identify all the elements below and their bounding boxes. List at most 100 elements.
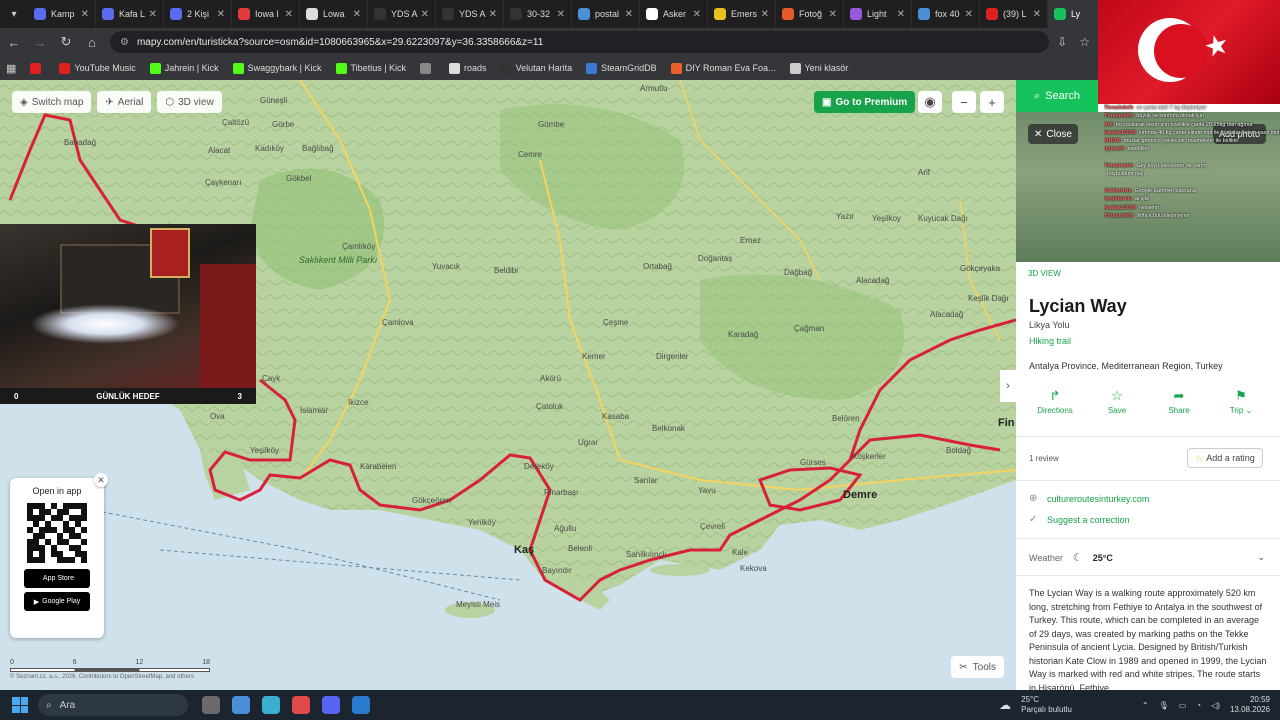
tab-close-icon[interactable]: ✕ xyxy=(690,9,701,20)
chat-text: sırtında 40 kg çanta elinde mpt ile yürü… xyxy=(1138,129,1280,136)
taskbar-search[interactable]: ⌕ Ara xyxy=(38,694,188,716)
tab-close-icon[interactable]: ✕ xyxy=(282,9,293,20)
taskbar-weather[interactable]: 25°C Parçalı bulutlu xyxy=(1021,695,1072,715)
speaker-icon[interactable]: ◁) xyxy=(1211,701,1220,710)
browser-tab[interactable]: Kafa L ✕ xyxy=(96,0,164,28)
browser-tab[interactable]: Asker ✕ xyxy=(640,0,708,28)
switch-map-button[interactable]: ◈ Switch map xyxy=(12,91,92,113)
google-play-button[interactable]: ▶ Google Play xyxy=(24,592,90,611)
tab-close-icon[interactable]: ✕ xyxy=(486,9,497,20)
tab-close-icon[interactable]: ✕ xyxy=(350,9,361,20)
browser-tab[interactable]: fox 40 ✕ xyxy=(912,0,980,28)
browser-tab[interactable]: postal ✕ xyxy=(572,0,640,28)
taskbar-app-icon[interactable] xyxy=(202,696,220,714)
browser-tab[interactable]: Light ✕ xyxy=(844,0,912,28)
trip-button[interactable]: ⚑ Trip ⌄ xyxy=(1213,388,1269,415)
review-count[interactable]: 1 review xyxy=(1029,454,1059,463)
map-label: Boldağ xyxy=(946,446,971,455)
chat-username: kaafaa15000 xyxy=(1104,129,1136,136)
open-in-app-close-button[interactable]: ✕ xyxy=(94,473,108,487)
zoom-out-button[interactable]: − xyxy=(952,91,976,113)
install-icon[interactable]: ⇩ xyxy=(1057,35,1067,49)
app-store-button[interactable]: App Store xyxy=(24,569,90,588)
bookmark-item[interactable] xyxy=(420,62,435,74)
tools-button[interactable]: ✂ Tools xyxy=(951,656,1004,678)
monitor-icon[interactable]: ▭ xyxy=(1179,701,1187,710)
forward-icon[interactable]: → xyxy=(28,30,52,54)
browser-tab[interactable]: YDS A ✕ xyxy=(436,0,504,28)
home-icon[interactable]: ⌂ xyxy=(80,30,104,54)
bookmark-item[interactable]: YouTube Music xyxy=(59,62,136,74)
go-to-premium-button[interactable]: ▣ Go to Premium xyxy=(814,91,916,113)
daily-goal-bar: 0 GÜNLÜK HEDEF 3 xyxy=(0,388,256,404)
locate-button[interactable]: ◉ xyxy=(918,91,942,113)
taskbar-app-icon[interactable] xyxy=(262,696,280,714)
taskbar-clock[interactable]: 20:59 13.08.2026 xyxy=(1230,695,1270,715)
tab-close-icon[interactable]: ✕ xyxy=(962,9,973,20)
weather-row[interactable]: Weather ☾ 25°C ⌄ xyxy=(1029,551,1265,564)
share-button[interactable]: ➦ Share xyxy=(1151,388,1207,415)
tab-search-icon[interactable]: ▾ xyxy=(0,0,28,28)
apps-grid-icon[interactable]: ▦ xyxy=(6,62,16,75)
suggest-correction-link[interactable]: ✓ Suggest a correction xyxy=(1029,514,1130,525)
panel-expand-button[interactable]: › xyxy=(1000,370,1016,402)
bookmark-item[interactable]: Yeni klasör xyxy=(789,62,848,74)
tab-close-icon[interactable]: ✕ xyxy=(554,9,565,20)
site-info-icon[interactable]: ⚙ xyxy=(120,37,129,48)
bookmark-item[interactable]: SteamGridDB xyxy=(586,62,657,74)
tab-close-icon[interactable]: ✕ xyxy=(146,9,157,20)
taskbar-app-icon[interactable] xyxy=(352,696,370,714)
wifi-icon[interactable]: ◔ xyxy=(1196,701,1201,710)
map-label: Yuvacık xyxy=(432,262,461,271)
search-button[interactable]: ⌕ Search xyxy=(1016,80,1098,112)
browser-tab[interactable]: Lowa ✕ xyxy=(300,0,368,28)
reload-icon[interactable]: ↻ xyxy=(54,30,78,54)
aerial-button[interactable]: ✈ Aerial xyxy=(97,91,152,113)
taskbar-app-icon[interactable] xyxy=(292,696,310,714)
save-button[interactable]: ☆ Save xyxy=(1089,388,1145,415)
taskbar-app-icon[interactable] xyxy=(232,696,250,714)
tab-close-icon[interactable]: ✕ xyxy=(214,9,225,20)
address-bar[interactable]: ⚙ mapy.com/en/turisticka?source=osm&id=1… xyxy=(110,31,1050,53)
tab-close-icon[interactable]: ✕ xyxy=(78,9,89,20)
map-label: Gömbe xyxy=(538,120,565,129)
browser-tab[interactable]: Iowa l ✕ xyxy=(232,0,300,28)
map-attribution[interactable]: © Seznam.cz, a.s., 2026, Contributors to… xyxy=(10,674,194,680)
3d-view-button[interactable]: ⬡ 3D view xyxy=(157,91,222,113)
bookmark-item[interactable]: roads xyxy=(449,62,487,74)
browser-tab[interactable]: (39) L ✕ xyxy=(980,0,1048,28)
add-rating-button[interactable]: ☆ Add a rating xyxy=(1187,448,1263,468)
bookmark-item[interactable] xyxy=(30,62,45,74)
website-link[interactable]: ⊕ cultureroutesinturkey.com xyxy=(1029,493,1149,504)
tab-close-icon[interactable]: ✕ xyxy=(758,9,769,20)
tab-close-icon[interactable]: ✕ xyxy=(1030,9,1041,20)
bookmark-item[interactable]: DIY Roman Eva Foa... xyxy=(670,62,776,74)
browser-tab[interactable]: 30-32 ✕ xyxy=(504,0,572,28)
browser-tab[interactable]: YDS A ✕ xyxy=(368,0,436,28)
map-label: Sahilkılınçlı xyxy=(626,550,667,559)
tab-close-icon[interactable]: ✕ xyxy=(894,9,905,20)
bookmark-item[interactable]: Velutan Harita xyxy=(500,62,572,74)
taskbar-app-icon[interactable] xyxy=(322,696,340,714)
3d-view-link[interactable]: 3D VIEW xyxy=(1028,269,1061,278)
tray-chevron-icon[interactable]: ⌃ xyxy=(1142,701,1149,710)
mic-icon[interactable]: 🎙 xyxy=(1159,701,1169,710)
start-icon[interactable] xyxy=(12,697,28,713)
browser-tab[interactable]: 2 Kişi ✕ xyxy=(164,0,232,28)
back-icon[interactable]: ← xyxy=(2,30,26,54)
directions-button[interactable]: ↱ Directions xyxy=(1027,388,1083,415)
bookmark-item[interactable]: Tibetius | Kick xyxy=(335,62,406,74)
browser-tab[interactable]: Emers ✕ xyxy=(708,0,776,28)
tab-title: YDS A xyxy=(459,9,486,19)
browser-tab[interactable]: Fotoğ ✕ xyxy=(776,0,844,28)
bookmark-item[interactable]: Swaggybark | Kick xyxy=(232,62,322,74)
bookmark-star-icon[interactable]: ☆ xyxy=(1079,35,1090,49)
tab-close-icon[interactable]: ✕ xyxy=(622,9,633,20)
bookmark-item[interactable]: Jahrein | Kick xyxy=(149,62,219,74)
tab-close-icon[interactable]: ✕ xyxy=(418,9,429,20)
zoom-in-button[interactable]: + xyxy=(980,91,1004,113)
panel-close-button[interactable]: ✕ Close xyxy=(1028,124,1078,144)
tab-close-icon[interactable]: ✕ xyxy=(826,9,837,20)
browser-tab[interactable]: Kamp ✕ xyxy=(28,0,96,28)
place-type[interactable]: Hiking trail xyxy=(1029,336,1071,346)
